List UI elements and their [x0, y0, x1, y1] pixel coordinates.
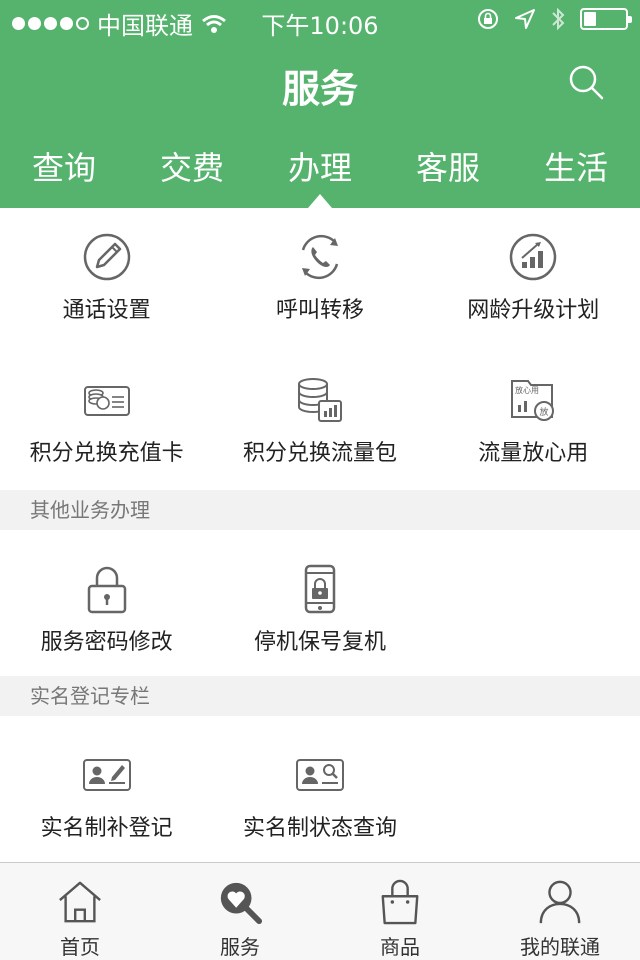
user-icon	[539, 880, 581, 924]
nav-item-goods[interactable]: 商品	[320, 863, 480, 960]
phone-lock-icon	[304, 564, 336, 614]
other-service-grid: 服务密码修改 停机保号复机	[0, 530, 640, 676]
service-search-icon	[220, 882, 263, 925]
phone-transfer-icon	[301, 234, 339, 280]
section-header-realname: 实名登记专栏	[0, 676, 640, 716]
service-item-realname-register[interactable]: 实名制补登记	[0, 716, 213, 862]
service-item-label: 实名制补登记	[40, 816, 173, 841]
service-item-age-upgrade[interactable]: 网龄升级计划	[427, 208, 640, 351]
active-tab-indicator	[308, 194, 332, 208]
nav-item-my-unicom[interactable]: 我的联通	[480, 863, 640, 960]
id-card-edit-icon	[82, 759, 131, 791]
service-item-label: 积分兑换流量包	[242, 441, 397, 466]
section-header-other: 其他业务办理	[0, 490, 640, 530]
location-arrow-icon	[515, 9, 535, 29]
data-package-icon	[297, 378, 342, 422]
tab-payment[interactable]: 交费	[128, 140, 256, 200]
service-item-password-change[interactable]: 服务密码修改	[0, 530, 213, 676]
nav-item-label: 服务	[220, 935, 260, 959]
app-header: 中国联通 下午10:06 服务 查询 交费 办理 客服 生活	[0, 0, 640, 208]
tab-handle[interactable]: 办理	[256, 140, 384, 200]
service-item-label: 实名制状态查询	[242, 816, 397, 841]
service-item-label: 停机保号复机	[253, 630, 386, 655]
main-service-grid: 通话设置 呼叫转移 网龄升级计划 积分兑换充值卡 积分兑换流量包 放心用 放 流…	[0, 208, 640, 490]
worry-free-data-icon: 放心用 放	[511, 380, 555, 421]
service-item-suspend-resume[interactable]: 停机保号复机	[213, 530, 426, 676]
home-icon	[59, 881, 101, 923]
service-item-call-settings[interactable]: 通话设置	[0, 208, 213, 351]
service-item-label: 积分兑换充值卡	[29, 441, 184, 466]
svg-text:放: 放	[540, 406, 549, 418]
tab-query[interactable]: 查询	[0, 140, 128, 200]
tab-life[interactable]: 生活	[512, 140, 640, 200]
status-bar: 中国联通 下午10:06	[0, 0, 640, 40]
shopping-bag-icon	[381, 879, 419, 925]
rotation-lock-icon	[478, 9, 498, 29]
points-card-icon	[83, 386, 130, 416]
service-item-call-forwarding[interactable]: 呼叫转移	[213, 208, 426, 351]
category-tabs: 查询 交费 办理 客服 生活	[0, 140, 640, 200]
realname-service-grid: 实名制补登记 实名制状态查询	[0, 716, 640, 862]
service-item-points-recharge[interactable]: 积分兑换充值卡	[0, 351, 213, 490]
signal-upgrade-icon	[509, 233, 557, 281]
id-card-search-icon	[295, 759, 344, 791]
bottom-tab-bar: 首页 服务 商品 我的联通	[0, 862, 640, 960]
page-title: 服务	[281, 67, 358, 111]
service-item-worry-free-data[interactable]: 放心用 放 流量放心用	[427, 351, 640, 490]
search-icon[interactable]	[568, 64, 604, 100]
pencil-icon	[83, 233, 130, 281]
nav-item-label: 我的联通	[520, 935, 600, 959]
service-item-realname-status[interactable]: 实名制状态查询	[213, 716, 426, 862]
nav-item-home[interactable]: 首页	[0, 863, 160, 960]
service-item-label: 流量放心用	[478, 441, 589, 466]
service-item-label: 网龄升级计划	[467, 298, 600, 323]
nav-item-service[interactable]: 服务	[160, 863, 320, 960]
service-item-label: 通话设置	[62, 298, 151, 323]
battery-icon	[580, 8, 632, 30]
lock-icon	[87, 566, 126, 614]
tab-customer-service[interactable]: 客服	[384, 140, 512, 200]
service-item-label: 呼叫转移	[275, 298, 364, 323]
svg-text:放心用: 放心用	[515, 385, 539, 395]
service-item-label: 服务密码修改	[40, 630, 173, 655]
status-right	[476, 6, 632, 32]
nav-item-label: 首页	[60, 935, 100, 959]
service-item-points-data[interactable]: 积分兑换流量包	[213, 351, 426, 490]
bluetooth-icon	[552, 7, 565, 31]
nav-item-label: 商品	[380, 935, 420, 959]
